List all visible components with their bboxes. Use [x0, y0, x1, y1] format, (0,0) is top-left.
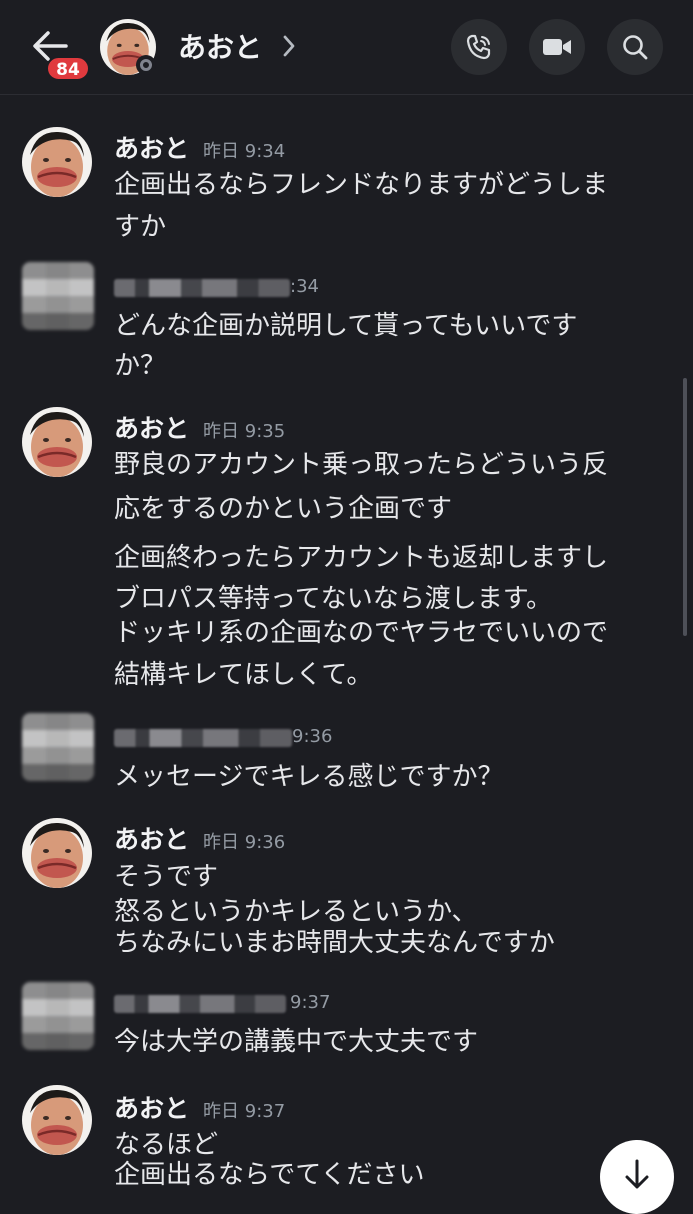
message-text: 企画出るならフレンドなりますがどうしま: [114, 170, 609, 200]
message-text: ブロパス等持ってないなら渡します。: [114, 584, 553, 614]
author-name-redacted: [114, 728, 292, 747]
author-avatar-redacted[interactable]: [22, 713, 94, 781]
message-text: 応をするのかという企画です: [114, 494, 453, 524]
message-text: 結構キレてほしくて。: [114, 660, 373, 690]
author-name[interactable]: あおと: [114, 134, 189, 163]
phone-call-icon: [466, 34, 491, 60]
author-avatar-redacted[interactable]: [22, 982, 94, 1050]
message-text: か？: [114, 351, 167, 381]
author-name-redacted: [114, 278, 290, 297]
timestamp: 昨日 9:34: [203, 141, 286, 162]
author-name[interactable]: あおと: [114, 825, 189, 854]
message-text: どんな企画か説明して貰ってもいいです: [114, 311, 578, 341]
author-avatar-redacted[interactable]: [22, 262, 94, 330]
timestamp: 昨日 9:37: [203, 1101, 286, 1122]
chat-header: 84 あおと: [0, 0, 693, 95]
status-offline-icon: [136, 55, 156, 75]
message-text: 企画出るならでてください: [114, 1160, 425, 1190]
author-avatar[interactable]: [22, 818, 92, 888]
message-text: メッセージでキレる感じですか？: [114, 762, 504, 792]
message-text: すか: [114, 212, 167, 242]
author-name-redacted: [114, 994, 286, 1013]
unread-badge: 84: [46, 56, 90, 81]
search-icon: [623, 35, 648, 60]
message-text: そうです: [114, 862, 219, 892]
message-text: ドッキリ系の企画なのでヤラセでいいので: [114, 618, 609, 648]
timestamp: 9:36: [292, 726, 333, 747]
author-name[interactable]: あおと: [114, 1094, 189, 1123]
search-button[interactable]: [607, 19, 663, 75]
contact-name[interactable]: あおと: [178, 26, 262, 66]
author-avatar[interactable]: [22, 407, 92, 477]
video-camera-icon: [543, 39, 571, 55]
timestamp: 9:37: [290, 992, 331, 1013]
voice-call-button[interactable]: [451, 19, 507, 75]
timestamp: 昨日 9:36: [203, 832, 286, 853]
timestamp: :34: [290, 276, 319, 297]
message-text: 今は大学の講義中で大丈夫です: [114, 1027, 479, 1057]
timestamp: 昨日 9:35: [203, 421, 286, 442]
message-text: 野良のアカウント乗っ取ったらどういう反: [114, 450, 609, 480]
arrow-down-icon: [625, 1159, 649, 1189]
message-text: ちなみにいまお時間大丈夫なんですか: [114, 928, 555, 958]
scrollbar[interactable]: [683, 378, 687, 636]
author-avatar[interactable]: [22, 127, 92, 197]
jump-to-bottom-button[interactable]: [600, 1140, 674, 1214]
author-name[interactable]: あおと: [114, 414, 189, 443]
author-avatar[interactable]: [22, 1085, 92, 1155]
chevron-right-icon[interactable]: [281, 33, 297, 59]
message-text: 企画終わったらアカウントも返却しますし: [114, 543, 609, 573]
video-call-button[interactable]: [529, 19, 585, 75]
